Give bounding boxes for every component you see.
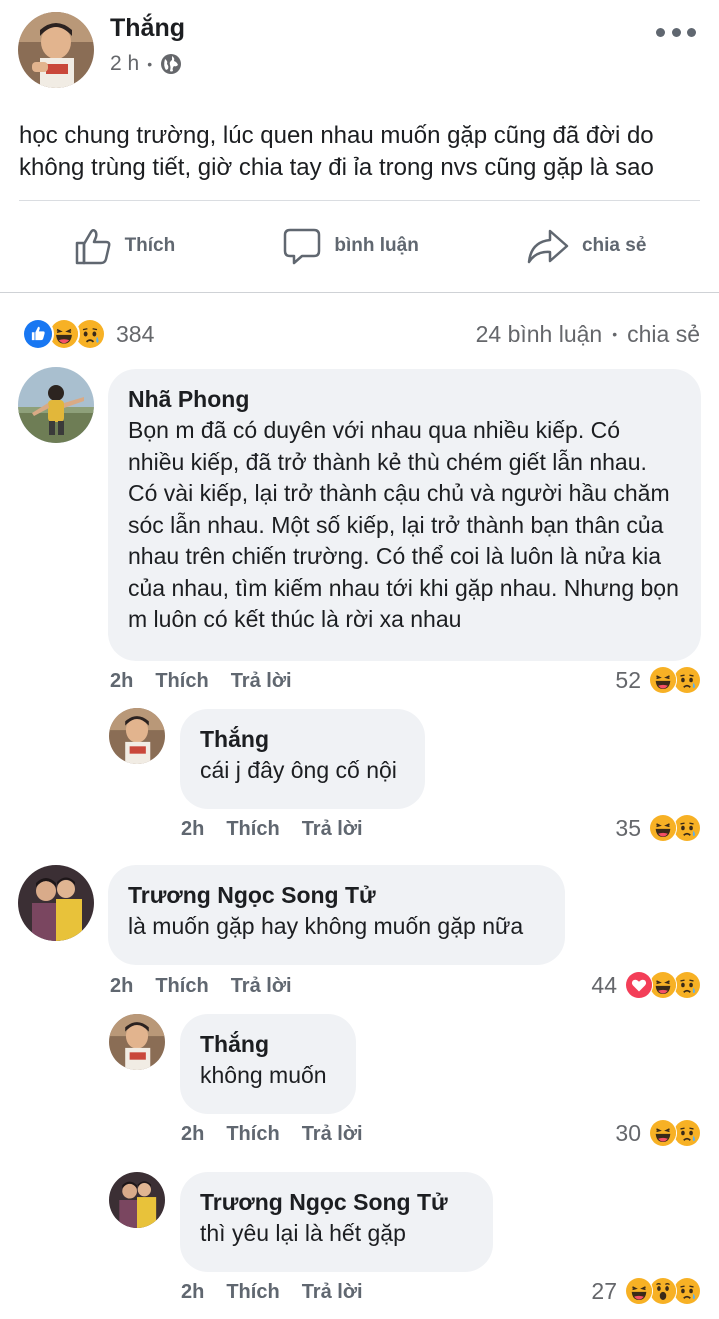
comment-bubble: Thắng không muốn (180, 1014, 356, 1114)
commenter-name[interactable]: Thắng (200, 1028, 336, 1060)
like-button[interactable]: Thích (73, 226, 176, 266)
commenter-avatar[interactable] (109, 708, 165, 764)
haha-icon (649, 1119, 677, 1147)
comment-count-label: bình luận (507, 320, 603, 347)
thumbs-up-icon (75, 228, 110, 265)
commenter-avatar[interactable] (109, 1014, 165, 1070)
comment-reactions[interactable]: 44 (591, 971, 701, 999)
comment-time: 2h (181, 1123, 205, 1145)
comment: Nhã Phong Bọn m đã có duyên với nhau qua… (0, 365, 719, 705)
comment-reactions[interactable]: 30 (615, 1119, 701, 1147)
summary-separator: • (612, 326, 618, 342)
comment-actions: 2h Thích Trả lời (110, 975, 292, 998)
comment-time: 2h (181, 1281, 205, 1303)
comment-bubble: Nhã Phong Bọn m đã có duyên với nhau qua… (108, 369, 701, 661)
post-author-name[interactable]: Thắng (110, 14, 185, 43)
comment-reply-link[interactable]: Trả lời (231, 975, 292, 998)
commenter-name[interactable]: Thắng (200, 723, 405, 755)
meta-separator: • (147, 56, 153, 72)
more-options-icon[interactable] (656, 22, 696, 42)
comment-reactions[interactable]: 35 (615, 814, 701, 842)
comment-reply-link[interactable]: Trả lời (302, 818, 363, 841)
reaction-summary-right: 24 bình luận • chia sẻ (476, 321, 700, 348)
comment-like-link[interactable]: Thích (226, 818, 279, 841)
post-divider (19, 200, 700, 201)
comment-count: 24 (475, 320, 502, 347)
comment-like-link[interactable]: Thích (155, 975, 208, 998)
comment-actions: 2h Thích Trả lời (181, 1281, 363, 1304)
comment-time: 2h (110, 670, 134, 692)
comment: Trương Ngọc Song Tử là muốn gặp hay khôn… (0, 865, 719, 1015)
comment-bubble: Thắng cái j đây ông cố nội (180, 709, 425, 809)
comment-actions: 2h Thích Trả lời (181, 1123, 363, 1146)
comment-reply-link[interactable]: Trả lời (302, 1281, 363, 1304)
comment-button-label: bình luận (334, 235, 419, 256)
author-avatar[interactable] (18, 12, 94, 88)
commenter-avatar[interactable] (109, 1172, 165, 1228)
reaction-count: 384 (116, 320, 155, 347)
comment-text: Bọn m đã có duyên với nhau qua nhiều kiế… (128, 417, 679, 632)
comment-bubble: Trương Ngọc Song Tử thì yêu lại là hết g… (180, 1172, 493, 1272)
comment-bubble: Trương Ngọc Song Tử là muốn gặp hay khôn… (108, 865, 565, 965)
comment-bubble-icon (284, 228, 321, 265)
share-button[interactable]: chia sẻ (526, 226, 646, 266)
haha-icon (625, 1277, 653, 1305)
comment-text: là muốn gặp hay không muốn gặp nữa (128, 913, 524, 939)
sad-icon (673, 666, 701, 694)
post-meta: 2 h • (110, 52, 182, 76)
comment-text: thì yêu lại là hết gặp (200, 1220, 406, 1246)
reaction-summary: 384 24 bình luận • chia sẻ (22, 314, 700, 354)
comment-actions: 2h Thích Trả lời (181, 818, 363, 841)
sad-icon (673, 971, 701, 999)
haha-icon (649, 971, 677, 999)
wow-icon (649, 1277, 677, 1305)
like-button-label: Thích (124, 235, 176, 256)
comment-time: 2h (110, 975, 134, 997)
comment-button[interactable]: bình luận (282, 226, 419, 266)
sad-icon (673, 814, 701, 842)
reaction-summary-left[interactable]: 384 (22, 318, 154, 350)
reply-comment: Trương Ngọc Song Tử thì yêu lại là hết g… (0, 1170, 719, 1319)
post-header: Thắng 2 h • (18, 12, 708, 92)
comment-text: không muốn (200, 1062, 327, 1088)
comment-reply-link[interactable]: Trả lời (231, 670, 292, 693)
comment-reaction-count: 30 (615, 1119, 641, 1146)
reply-comment: Thắng không muốn 2h Thích Trả lời 30 (0, 1012, 719, 1162)
haha-icon (649, 666, 677, 694)
like-icon (22, 318, 54, 350)
comment-reaction-count: 35 (615, 814, 641, 841)
post-time[interactable]: 2 h (110, 52, 139, 76)
comment-text: cái j đây ông cố nội (200, 757, 397, 783)
summary-reaction-icons (22, 318, 106, 350)
commenter-avatar[interactable] (18, 367, 94, 443)
haha-icon (649, 814, 677, 842)
commenter-name[interactable]: Nhã Phong (128, 383, 681, 415)
comment-actions: 2h Thích Trả lời (110, 670, 292, 693)
reply-comment: Thắng cái j đây ông cố nội 2h Thích Trả … (0, 706, 719, 856)
comment-like-link[interactable]: Thích (226, 1123, 279, 1146)
comment-reactions[interactable]: 52 (615, 666, 701, 694)
comment-reaction-count: 52 (615, 666, 641, 693)
globe-icon (160, 53, 182, 75)
comment-reaction-count: 44 (591, 971, 617, 998)
share-link[interactable]: chia sẻ (627, 321, 700, 348)
comment-reactions[interactable]: 27 (591, 1277, 701, 1305)
commenter-name[interactable]: Trương Ngọc Song Tử (128, 879, 545, 911)
section-divider (0, 292, 719, 293)
post-action-bar: Thích bình luận chia sẻ (19, 214, 700, 278)
share-button-label: chia sẻ (581, 235, 647, 256)
sad-icon (673, 1119, 701, 1147)
comment-count-link[interactable]: 24 bình luận (476, 321, 603, 348)
comment-time: 2h (181, 818, 205, 840)
comment-reply-link[interactable]: Trả lời (302, 1123, 363, 1146)
post-text: học chung trường, lúc quen nhau muốn gặp… (19, 122, 654, 181)
sad-icon (673, 1277, 701, 1305)
commenter-name[interactable]: Trương Ngọc Song Tử (200, 1186, 473, 1218)
commenter-avatar[interactable] (18, 865, 94, 941)
comment-like-link[interactable]: Thích (226, 1281, 279, 1304)
love-icon (625, 971, 653, 999)
comment-like-link[interactable]: Thích (155, 670, 208, 693)
share-arrow-icon (527, 229, 569, 264)
comment-reaction-count: 27 (591, 1277, 617, 1304)
